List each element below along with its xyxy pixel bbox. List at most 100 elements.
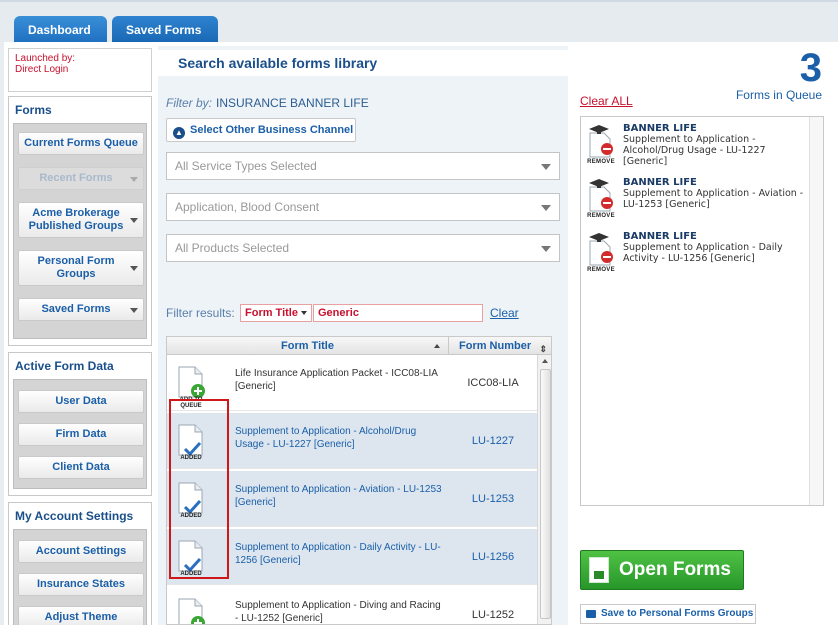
queue-item: REMOVE BANNER LIFE Supplement to Applicati… xyxy=(585,177,807,233)
remove-label: REMOVE xyxy=(587,159,615,165)
added-icon[interactable]: ADDED xyxy=(175,423,207,463)
queue-item-title: Supplement to Application - Daily Activi… xyxy=(623,242,783,264)
active-form-data-body: User Data Firm Data Client Data xyxy=(13,379,147,489)
table-header: Form Title Form Number ⇕ xyxy=(167,337,551,355)
account-settings-panel: My Account Settings Account Settings Ins… xyxy=(8,502,152,625)
col-form-title[interactable]: Form Title xyxy=(167,337,449,355)
forms-panel-title: Forms xyxy=(15,103,52,117)
queue-item-company: BANNER LIFE xyxy=(623,177,697,188)
remove-label: REMOVE xyxy=(587,267,615,273)
saved-forms-side-label: Saved Forms xyxy=(41,303,111,315)
current-forms-queue-button[interactable]: Current Forms Queue xyxy=(18,132,144,155)
queue-label: Forms in Queue xyxy=(735,88,822,102)
remove-form-icon[interactable]: REMOVE xyxy=(585,177,617,221)
form-title[interactable]: Supplement to Application - Aviation - L… xyxy=(235,483,445,509)
form-title[interactable]: Life Insurance Application Packet - ICC0… xyxy=(235,367,445,393)
clear-all-link[interactable]: Clear ALL xyxy=(580,94,633,108)
form-title[interactable]: Supplement to Application - Alcohol/Drug… xyxy=(235,425,445,451)
queue-item-text: BANNER LIFE Supplement to Application - D… xyxy=(623,231,807,264)
added-icon[interactable]: ADDED xyxy=(175,539,207,579)
row-badge: ADDED xyxy=(180,455,202,461)
saved-forms-side-button[interactable]: Saved Forms xyxy=(18,298,144,321)
document-icon xyxy=(589,557,609,583)
sort-asc-icon xyxy=(434,344,440,348)
open-forms-button[interactable]: Open Forms xyxy=(580,550,744,590)
add-to-queue-icon[interactable]: ADD TO QUEUE xyxy=(175,597,207,624)
recent-forms-label: Recent Forms xyxy=(39,172,113,184)
firm-data-button[interactable]: Firm Data xyxy=(18,423,144,446)
form-type-select[interactable]: Application, Blood Consent xyxy=(166,193,560,221)
table-row[interactable]: ADDED Supplement to Application - Alcohol… xyxy=(167,413,537,469)
chevron-down-icon xyxy=(300,311,307,315)
remove-form-icon[interactable]: REMOVE xyxy=(585,123,617,167)
filter-field-value: Form Title xyxy=(245,307,298,319)
remove-form-icon[interactable]: REMOVE xyxy=(585,231,617,275)
published-groups-button[interactable]: Acme Brokerage Published Groups xyxy=(18,202,144,238)
queue-item-title: Supplement to Application - Aviation - L… xyxy=(623,188,804,210)
client-data-button[interactable]: Client Data xyxy=(18,456,144,479)
service-types-value: All Service Types Selected xyxy=(175,159,317,173)
published-groups-label: Acme Brokerage Published Groups xyxy=(28,207,124,232)
scrollbar-thumb[interactable] xyxy=(540,369,551,619)
filter-value-input[interactable]: Generic xyxy=(313,304,483,322)
filter-field-select[interactable]: Form Title xyxy=(240,304,312,322)
col-form-number[interactable]: Form Number ⇕ xyxy=(449,337,551,355)
form-number: LU-1227 xyxy=(471,435,515,447)
remove-label: REMOVE xyxy=(587,213,615,219)
queue-item-company: BANNER LIFE xyxy=(623,123,697,134)
clear-filter-link[interactable]: Clear xyxy=(490,306,519,320)
table-scrollbar[interactable] xyxy=(537,355,551,624)
products-select[interactable]: All Products Selected xyxy=(166,234,560,262)
table-row[interactable]: ADDED Supplement to Application - Daily A… xyxy=(167,529,537,585)
forms-panel-body: Current Forms Queue Recent Forms Acme Br… xyxy=(13,123,147,339)
recent-forms-button[interactable]: Recent Forms xyxy=(18,167,144,190)
personal-form-groups-label: Personal Form Groups xyxy=(37,255,115,280)
forms-queue-panel: 3 Forms in Queue Clear ALL REMOVE BANNER … xyxy=(570,46,838,625)
account-settings-body: Account Settings Insurance States Adjust… xyxy=(13,529,147,625)
scroll-up-icon[interactable] xyxy=(542,359,548,363)
account-settings-title: My Account Settings xyxy=(15,509,134,523)
chevron-down-icon xyxy=(541,164,551,170)
forms-panel: Forms Current Forms Queue Recent Forms A… xyxy=(8,96,152,346)
added-icon[interactable]: ADDED xyxy=(175,481,207,521)
form-number: LU-1256 xyxy=(471,551,515,563)
insurance-states-button[interactable]: Insurance States xyxy=(18,573,144,596)
adjust-theme-button[interactable]: Adjust Theme xyxy=(18,606,144,625)
form-number: ICC08-LIA xyxy=(467,377,519,389)
select-business-channel-label: Select Other Business Channel xyxy=(190,124,354,136)
select-business-channel-button[interactable]: ▲ Select Other Business Channel xyxy=(166,118,356,142)
queue-item-text: BANNER LIFE Supplement to Application - A… xyxy=(623,123,807,167)
table-row[interactable]: ADDED Supplement to Application - Aviatio… xyxy=(167,471,537,527)
account-settings-button[interactable]: Account Settings xyxy=(18,540,144,563)
filter-results-label: Filter results: xyxy=(166,306,235,320)
form-title[interactable]: Supplement to Application - Diving and R… xyxy=(235,599,445,624)
personal-form-groups-button[interactable]: Personal Form Groups xyxy=(18,250,144,286)
filter-by-value: INSURANCE BANNER LIFE xyxy=(216,96,369,110)
chevron-up-icon: ▲ xyxy=(173,127,185,139)
open-forms-label: Open Forms xyxy=(619,559,731,580)
service-types-select[interactable]: All Service Types Selected xyxy=(166,152,560,180)
save-to-groups-button[interactable]: Save to Personal Forms Groups xyxy=(580,604,756,624)
row-badge: ADDED xyxy=(180,513,202,519)
form-type-value: Application, Blood Consent xyxy=(175,200,320,214)
table-row[interactable]: ADD TO QUEUE Supplement to Application - … xyxy=(167,587,537,624)
user-data-button[interactable]: User Data xyxy=(18,390,144,413)
queue-scrollbar[interactable] xyxy=(809,117,823,505)
products-value: All Products Selected xyxy=(175,241,290,255)
table-row[interactable]: ADD TO QUEUE Life Insurance Application P… xyxy=(167,355,537,411)
forms-table: Form Title Form Number ⇕ ADD TO QUEUE Life… xyxy=(166,336,552,625)
tab-dashboard[interactable]: Dashboard xyxy=(14,16,107,44)
main-area: Launched by: Direct Login Forms Current … xyxy=(4,42,838,625)
queue-item: REMOVE BANNER LIFE Supplement to Applicati… xyxy=(585,231,807,287)
col-form-title-label: Form Title xyxy=(281,340,334,352)
add-to-queue-icon[interactable]: ADD TO QUEUE xyxy=(175,365,207,409)
form-number: LU-1253 xyxy=(471,493,515,505)
filter-by-label: Filter by: xyxy=(166,96,213,110)
tab-saved-forms[interactable]: Saved Forms xyxy=(112,16,218,44)
form-title[interactable]: Supplement to Application - Daily Activi… xyxy=(235,541,445,567)
col-form-number-label: Form Number xyxy=(459,340,532,352)
queue-item-title: Supplement to Application - Alcohol/Drug… xyxy=(623,134,766,167)
queue-item: REMOVE BANNER LIFE Supplement to Applicati… xyxy=(585,123,807,179)
active-form-data-title: Active Form Data xyxy=(15,359,114,373)
row-badge: ADD TO QUEUE xyxy=(179,397,203,409)
